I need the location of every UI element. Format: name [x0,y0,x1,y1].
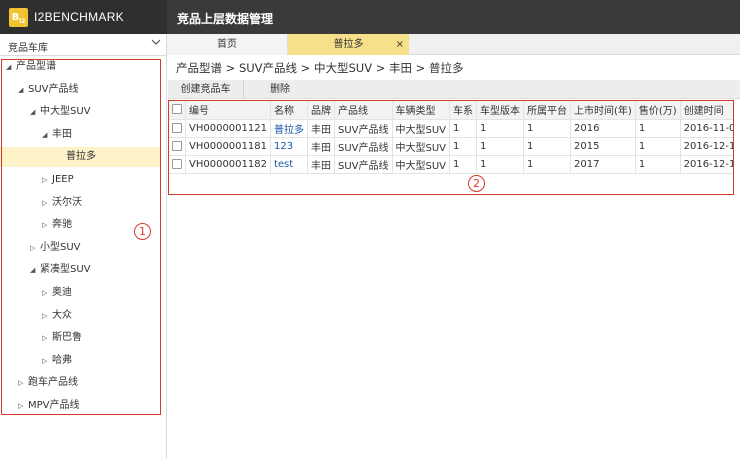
table-cell: 2017 [570,155,636,174]
row-checkbox-cell[interactable] [169,137,186,156]
column-header[interactable]: 车系 [449,101,478,120]
table-cell: 丰田 [307,119,335,138]
library-title: 竞品车库 [8,43,48,54]
table-cell: 中大型SUV [392,119,451,138]
tab-bar: 首页 普拉多 × [167,34,740,55]
close-icon[interactable]: × [396,34,404,55]
table-cell: SUV产品线 [334,119,393,138]
library-dropdown[interactable]: 竞品车库 [0,34,166,56]
column-header[interactable]: 品牌 [307,101,335,120]
tab-home[interactable]: 首页 [167,34,288,55]
table-row[interactable]: VH0000001181 123 丰田 SUV产品线 中大型SUV 1 1 1 2015 1 201… [169,137,733,156]
row-checkbox[interactable] [172,122,182,133]
row-checkbox-cell[interactable] [169,119,186,138]
table-cell: 丰田 [307,155,335,174]
table-cell: 1 [635,155,681,174]
table-cell: 丰田 [307,137,335,156]
table-cell: SUV产品线 [334,155,393,174]
tab-label: 普拉多 [333,39,364,50]
brand-name: I2BENCHMARK [34,10,124,24]
table-cell: 1 [476,137,525,156]
toolbar: 创建竞品车 删除 [168,80,740,99]
table-cell: 1 [449,137,478,156]
select-all-checkbox[interactable] [172,104,182,115]
table-cell: 1 [523,137,572,156]
column-header[interactable]: 售价(万) [635,101,681,120]
vehicle-name-link[interactable]: test [270,155,308,174]
row-checkbox[interactable] [172,140,182,151]
table-cell: 2016-12-15 16:03:40 [680,137,733,156]
table-cell: 1 [449,155,478,174]
column-header[interactable]: 车型版本 [476,101,525,120]
column-header[interactable]: 上市时间(年) [570,101,636,120]
table-cell: 1 [635,119,681,138]
table-cell: 1 [523,155,572,174]
table-row[interactable]: VH0000001182 test 丰田 SUV产品线 中大型SUV 1 1 1 2017 1 20… [169,155,733,174]
column-header[interactable]: 名称 [270,101,308,120]
callout-1: 1 [134,223,151,240]
logo-icon: Bi2 [9,8,28,27]
vehicle-name-link[interactable]: 普拉多 [270,119,308,138]
table-cell: 2016-12-15 16:41:30 [680,155,733,174]
vehicle-table: 编号 名称 品牌 产品线 车辆类型 车系 车型版本 所属平台 上市时间(年) 售价(万) 创建时间 … [169,101,733,174]
table-cell: SUV产品线 [334,137,393,156]
table-cell: 2015 [570,137,636,156]
top-header: Bi2 I2BENCHMARK 竞品上层数据管理 [0,0,740,34]
column-header[interactable]: 编号 [185,101,271,120]
table-cell: 1 [449,119,478,138]
table-row[interactable]: VH0000001121 普拉多 丰田 SUV产品线 中大型SUV 1 1 1 2016 1 201… [169,119,733,138]
table-cell: 1 [476,155,525,174]
row-checkbox[interactable] [172,158,182,169]
app-title: 竞品上层数据管理 [177,12,274,26]
table-header-row: 编号 名称 品牌 产品线 车辆类型 车系 车型版本 所属平台 上市时间(年) 售价(万) 创建时间 [169,101,733,120]
table-cell: 1 [476,119,525,138]
sidebar: 竞品车库 ◢ 产品型谱 ◢ SUV产品线 ◢ 中大型SUV ◢ 丰田 普拉多 ▷ JEEP ▷ 沃尔沃 ▷… [0,34,167,459]
table-cell: 中大型SUV [392,137,451,156]
row-checkbox-cell[interactable] [169,155,186,174]
callout-2: 2 [468,175,485,192]
table-cell: 2016-11-01 14:33:35 [680,119,733,138]
select-all-checkbox-cell[interactable] [169,101,186,120]
chevron-down-icon[interactable] [151,37,161,47]
column-header[interactable]: 创建时间 [680,101,733,120]
table-body: VH0000001121 普拉多 丰田 SUV产品线 中大型SUV 1 1 1 2016 1 201… [169,119,733,174]
table-cell: 中大型SUV [392,155,451,174]
brand-area: Bi2 I2BENCHMARK [0,0,167,34]
table-cell: VH0000001181 [185,137,271,156]
table-cell: 2016 [570,119,636,138]
tab-prado[interactable]: 普拉多 × [288,34,409,55]
table-cell: 1 [523,119,572,138]
column-header[interactable]: 车辆类型 [392,101,451,120]
column-header[interactable]: 产品线 [334,101,393,120]
create-car-button[interactable]: 创建竞品车 [168,80,244,99]
data-grid: 编号 名称 品牌 产品线 车辆类型 车系 车型版本 所属平台 上市时间(年) 售价(万) 创建时间 … [168,100,734,195]
table-cell: 1 [635,137,681,156]
delete-button[interactable]: 删除 [258,80,302,99]
column-header[interactable]: 所属平台 [523,101,572,120]
vehicle-name-link[interactable]: 123 [270,137,308,156]
table-cell: VH0000001182 [185,155,271,174]
table-cell: VH0000001121 [185,119,271,138]
breadcrumb: 产品型谱 > SUV产品线 > 中大型SUV > 丰田 > 普拉多 [176,61,464,75]
